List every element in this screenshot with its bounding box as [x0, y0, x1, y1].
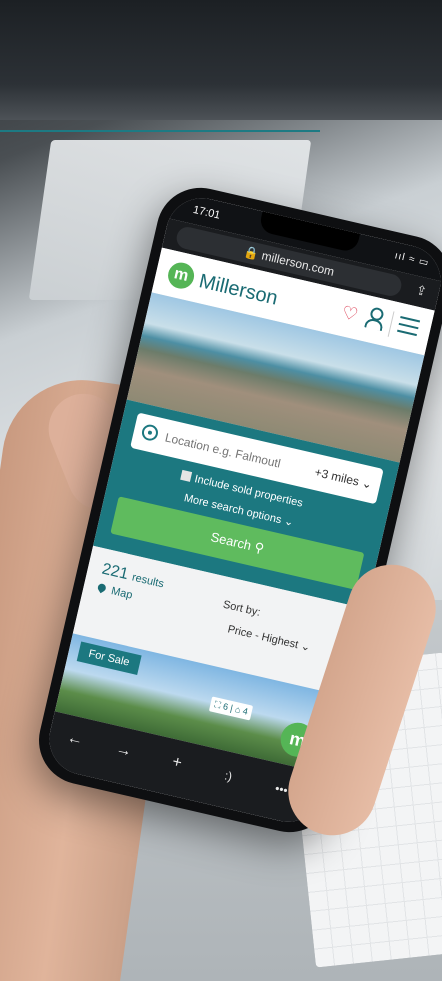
share-icon[interactable]: ⇪ — [414, 282, 428, 300]
header-divider — [387, 311, 395, 337]
back-arrow-icon[interactable]: ← — [65, 729, 84, 750]
search-icon: ⚲ — [252, 539, 266, 557]
sort-select[interactable]: Price - Highest ⌄ — [226, 622, 311, 654]
new-tab-icon[interactable]: + — [170, 753, 184, 773]
results-number: 221 — [100, 560, 131, 584]
photo-scene: 17:01 ııl ≈ ▭ 🔒 millerson.com ⇪ m Miller… — [0, 0, 442, 981]
for-sale-badge: For Sale — [76, 641, 142, 675]
map-link[interactable]: Map — [96, 582, 134, 602]
listing-features: ⛶ 6 | ⌂ 4 — [208, 696, 254, 721]
chevron-down-icon: ⌄ — [282, 515, 295, 530]
chevron-down-icon: ⌄ — [299, 640, 312, 655]
sort-label: Sort by: — [221, 598, 262, 619]
status-time: 17:01 — [191, 203, 222, 222]
monitor-background — [0, 0, 442, 120]
sort-value: Price - Highest — [226, 623, 300, 652]
bath-icon: ⌂ — [234, 704, 242, 715]
baths-count: 4 — [241, 705, 249, 717]
brand-name[interactable]: Millerson — [197, 270, 280, 310]
beds-count: 6 — [222, 701, 230, 713]
radius-select[interactable]: +3 miles ⌄ — [313, 465, 373, 492]
heart-icon[interactable]: ♡ — [340, 302, 360, 326]
results-label: results — [130, 571, 166, 591]
accent-line — [0, 130, 320, 132]
more-icon[interactable]: ••• — [274, 781, 289, 797]
search-button-label: Search — [209, 529, 253, 554]
millerson-logo-icon[interactable]: m — [165, 260, 197, 292]
radius-value: +3 miles — [313, 464, 361, 489]
signal-icons: ııl ≈ ▭ — [393, 250, 431, 269]
map-label: Map — [110, 585, 134, 602]
user-icon[interactable] — [365, 306, 385, 329]
chevron-down-icon: ⌄ — [360, 475, 374, 492]
forward-arrow-icon[interactable]: → — [114, 740, 133, 761]
tabs-icon[interactable]: :) — [223, 768, 233, 783]
menu-icon[interactable] — [397, 316, 421, 338]
map-pin-icon — [96, 582, 108, 594]
target-icon[interactable] — [140, 423, 160, 443]
bed-icon: ⛶ — [213, 699, 222, 711]
sold-checkbox[interactable] — [180, 469, 193, 482]
